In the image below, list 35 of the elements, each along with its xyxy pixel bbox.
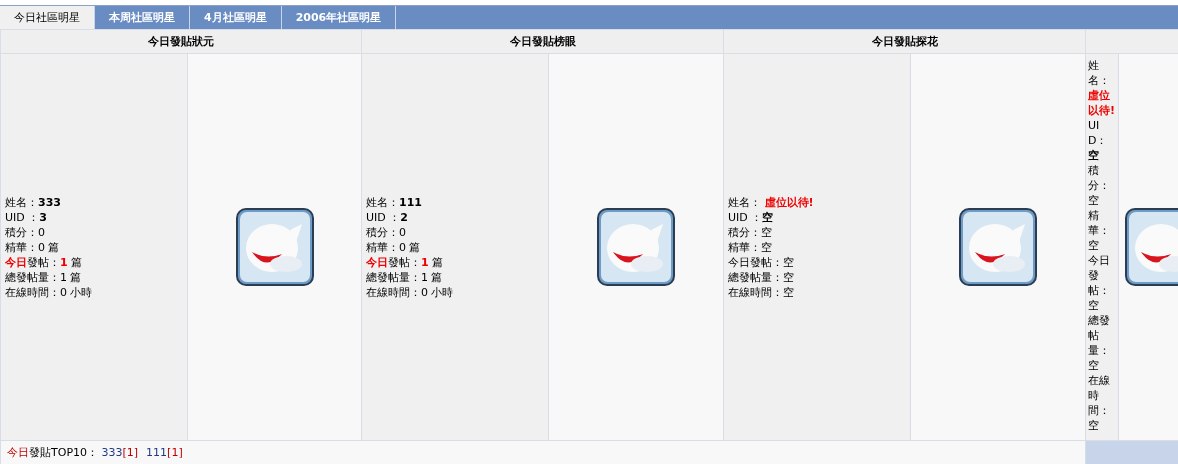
profile-line: 精華：0 篇 bbox=[366, 239, 422, 255]
profile-line: 積分：0 bbox=[366, 224, 407, 240]
profile-line: 總發帖量： 空 bbox=[1088, 313, 1111, 373]
profile-line: 今日發帖：1 篇 bbox=[366, 254, 445, 270]
profile-line: UID ：2 bbox=[366, 209, 409, 225]
user-link[interactable]: 333[1] bbox=[101, 446, 139, 459]
profile-line: 在線時間：0 小時 bbox=[5, 284, 94, 300]
profile-line: 姓名： 虛位以待! bbox=[728, 194, 815, 210]
profile-line: 總發帖量：1 篇 bbox=[5, 269, 83, 285]
profile-line: UID： 空 bbox=[1088, 118, 1109, 163]
profile-line: 姓名：111 bbox=[366, 194, 423, 210]
profile-line: 總發帖量：1 篇 bbox=[366, 269, 444, 285]
footer-label: 今日發貼TOP10： bbox=[7, 446, 98, 459]
column-header: 今日發貼探花 bbox=[723, 29, 1086, 54]
profile-line: 在線時間：空 bbox=[728, 284, 795, 300]
column-header: 今日發貼榜眼 bbox=[361, 29, 724, 54]
profile-line: 精華：空 bbox=[728, 239, 773, 255]
profile-line: 在線時間： 空 bbox=[1088, 373, 1111, 433]
profile-line: 精華： 空 bbox=[1088, 208, 1111, 253]
user-link[interactable]: 111[1] bbox=[146, 446, 183, 459]
profile-line: 精華：0 篇 bbox=[5, 239, 61, 255]
profile-line: 積分： 空 bbox=[1088, 163, 1111, 208]
profile-line: 積分：0 bbox=[5, 224, 46, 240]
profile-line: 姓名：333 bbox=[5, 194, 62, 210]
profile-line: UID ：空 bbox=[728, 209, 775, 225]
profile-line: 積分：空 bbox=[728, 224, 773, 240]
column-header: 今日發貼狀元 bbox=[0, 29, 362, 54]
profile-line: 姓名： 虛位以待! bbox=[1088, 58, 1116, 118]
profile-line: 今日發帖：1 篇 bbox=[5, 254, 84, 270]
profile-line: 總發帖量：空 bbox=[728, 269, 795, 285]
profile-line: 在線時間：0 小時 bbox=[366, 284, 455, 300]
tab[interactable]: 今日社區明星 bbox=[0, 6, 95, 29]
profile-line: 今日發帖： 空 bbox=[1088, 253, 1111, 313]
profile-line: UID ：3 bbox=[5, 209, 48, 225]
profile-line: 今日發帖：空 bbox=[728, 254, 795, 270]
